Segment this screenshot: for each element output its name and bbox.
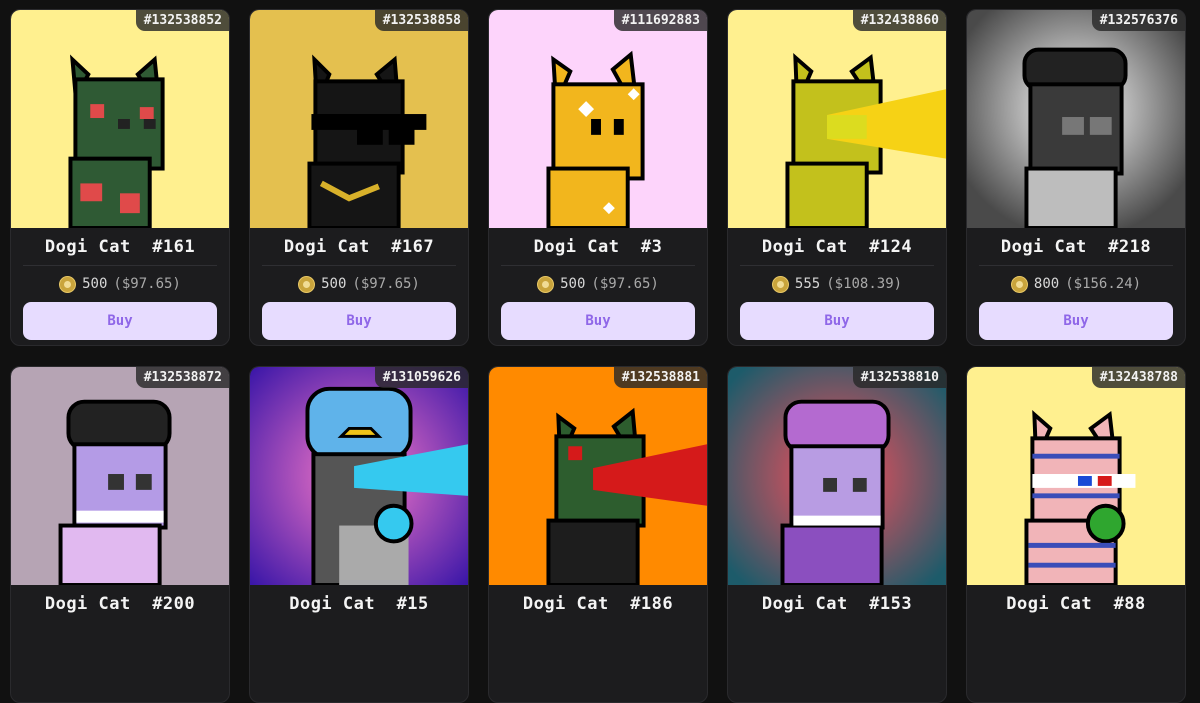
cat-artwork bbox=[728, 367, 946, 585]
buy-button[interactable]: Buy bbox=[501, 302, 695, 340]
price-amount: 500 bbox=[321, 276, 347, 292]
item-name: Dogi Cat #167 bbox=[283, 237, 435, 257]
cat-artwork bbox=[250, 10, 468, 228]
inscription-badge: #132576376 bbox=[1091, 10, 1185, 31]
cat-artwork bbox=[489, 10, 707, 228]
nft-image[interactable]: #132576376 bbox=[967, 10, 1185, 228]
listing-card[interactable]: #132538852 Dogi Cat #161 500 ($97.65) Bu… bbox=[10, 9, 230, 346]
inscription-badge: #111692883 bbox=[613, 10, 707, 31]
listing-card[interactable]: #132438788 Dogi Cat #88 bbox=[966, 366, 1186, 703]
inscription-badge: #132538872 bbox=[135, 367, 229, 388]
item-name: Dogi Cat #124 bbox=[761, 237, 913, 257]
listing-card[interactable]: #132576376 Dogi Cat #218 800 ($156.24) B… bbox=[966, 9, 1186, 346]
buy-button[interactable]: Buy bbox=[979, 302, 1173, 340]
cat-artwork bbox=[11, 10, 229, 228]
doge-coin-icon bbox=[537, 275, 555, 293]
listing-card[interactable]: #132538858 Dogi Cat #167 500 ($97.65) Bu… bbox=[249, 9, 469, 346]
nft-image[interactable]: #131059626 bbox=[250, 367, 468, 585]
listing-card[interactable]: #132538881 Dogi Cat #186 bbox=[488, 366, 708, 703]
item-name: Dogi Cat #15 bbox=[289, 594, 429, 614]
cat-artwork bbox=[967, 367, 1185, 585]
item-name: Dogi Cat #153 bbox=[761, 594, 913, 614]
doge-coin-icon bbox=[298, 275, 316, 293]
nft-image[interactable]: #111692883 bbox=[489, 10, 707, 228]
item-name: Dogi Cat #88 bbox=[1006, 594, 1146, 614]
item-name: Dogi Cat #200 bbox=[44, 594, 196, 614]
price-row: 500 ($97.65) bbox=[11, 274, 229, 294]
divider bbox=[501, 265, 695, 266]
nft-image[interactable]: #132438860 bbox=[728, 10, 946, 228]
inscription-badge: #132538852 bbox=[135, 10, 229, 31]
listing-grid: #132538852 Dogi Cat #161 500 ($97.65) Bu… bbox=[10, 9, 1186, 703]
buy-button[interactable]: Buy bbox=[740, 302, 934, 340]
cat-artwork bbox=[489, 367, 707, 585]
price-amount: 555 bbox=[794, 276, 821, 292]
divider bbox=[740, 265, 934, 266]
item-name: Dogi Cat #161 bbox=[44, 237, 196, 257]
nft-image[interactable]: #132538852 bbox=[11, 10, 229, 228]
price-amount: 500 bbox=[82, 276, 108, 292]
cat-artwork bbox=[11, 367, 229, 585]
buy-button[interactable]: Buy bbox=[262, 302, 456, 340]
inscription-badge: #132538810 bbox=[852, 367, 946, 388]
price-row: 555 ($108.39) bbox=[728, 274, 946, 294]
listing-card[interactable]: #132538810 Dogi Cat #153 bbox=[727, 366, 947, 703]
cat-artwork bbox=[967, 10, 1185, 228]
listing-card[interactable]: #132538872 Dogi Cat #200 bbox=[10, 366, 230, 703]
nft-image[interactable]: #132538872 bbox=[11, 367, 229, 585]
item-name: Dogi Cat #3 bbox=[533, 237, 663, 257]
buy-button[interactable]: Buy bbox=[23, 302, 217, 340]
inscription-badge: #132438860 bbox=[852, 10, 946, 31]
cat-artwork bbox=[250, 367, 468, 585]
nft-image[interactable]: #132538858 bbox=[250, 10, 468, 228]
price-usd: ($97.65) bbox=[591, 276, 659, 292]
inscription-badge: #131059626 bbox=[374, 367, 468, 388]
price-amount: 500 bbox=[560, 276, 586, 292]
item-name: Dogi Cat #218 bbox=[1000, 237, 1152, 257]
price-usd: ($97.65) bbox=[352, 276, 420, 292]
cat-artwork bbox=[728, 10, 946, 228]
nft-image[interactable]: #132438788 bbox=[967, 367, 1185, 585]
price-amount: 800 bbox=[1033, 276, 1060, 292]
nft-image[interactable]: #132538881 bbox=[489, 367, 707, 585]
divider bbox=[979, 265, 1173, 266]
nft-image[interactable]: #132538810 bbox=[728, 367, 946, 585]
divider bbox=[262, 265, 456, 266]
price-row: 800 ($156.24) bbox=[967, 274, 1185, 294]
inscription-badge: #132538858 bbox=[374, 10, 468, 31]
doge-coin-icon bbox=[771, 275, 789, 293]
inscription-badge: #132538881 bbox=[613, 367, 707, 388]
inscription-badge: #132438788 bbox=[1091, 367, 1185, 388]
item-name: Dogi Cat #186 bbox=[522, 594, 674, 614]
price-usd: ($108.39) bbox=[826, 276, 903, 292]
listing-card[interactable]: #111692883 Dogi Cat #3 500 ($97.65) Buy bbox=[488, 9, 708, 346]
doge-coin-icon bbox=[1010, 275, 1028, 293]
price-usd: ($97.65) bbox=[113, 276, 181, 292]
price-row: 500 ($97.65) bbox=[250, 274, 468, 294]
doge-coin-icon bbox=[59, 275, 77, 293]
divider bbox=[23, 265, 217, 266]
listing-card[interactable]: #132438860 Dogi Cat #124 555 ($108.39) B… bbox=[727, 9, 947, 346]
listing-card[interactable]: #131059626 Dogi Cat #15 bbox=[249, 366, 469, 703]
price-usd: ($156.24) bbox=[1065, 276, 1142, 292]
price-row: 500 ($97.65) bbox=[489, 274, 707, 294]
